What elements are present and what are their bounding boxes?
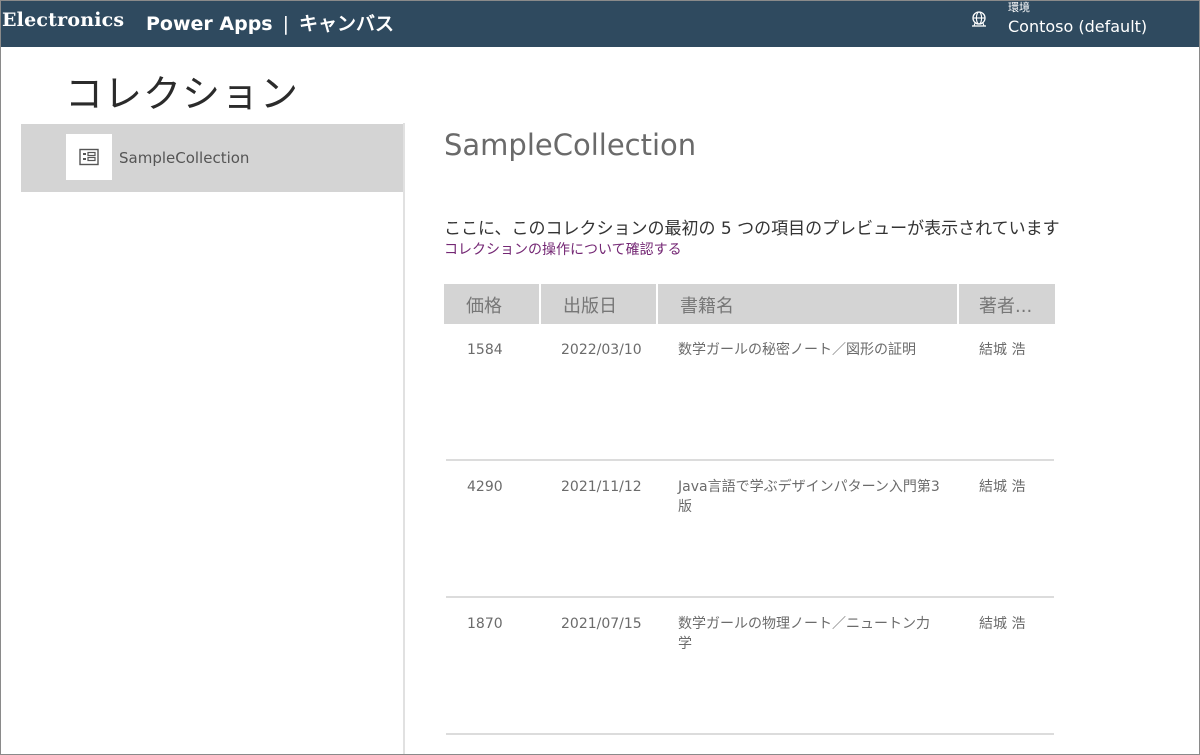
app-name: Power Apps bbox=[146, 13, 273, 35]
column-header-date[interactable]: 出版日 bbox=[541, 284, 656, 324]
top-bar: Electronics Power Apps | キャンバス 環境 Contoso … bbox=[1, 1, 1199, 47]
pane-divider bbox=[403, 123, 405, 754]
collection-title: SampleCollection bbox=[444, 128, 697, 162]
cell-price: 1584 bbox=[467, 342, 503, 358]
cell-title: Java言語で学ぶデザインパターン入門第3版 bbox=[678, 479, 940, 515]
preview-table: 価格 出版日 書籍名 著者... 1584 2022/03/10 数学ガールの秘… bbox=[444, 284, 1056, 735]
environment-selector[interactable]: Contoso (default) bbox=[1008, 17, 1147, 36]
environment-label: 環境 bbox=[1008, 1, 1030, 14]
app-window: Electronics Power Apps | キャンバス 環境 Contoso … bbox=[0, 0, 1200, 755]
table-header: 価格 出版日 書籍名 著者... bbox=[444, 284, 1056, 324]
cell-price: 4290 bbox=[467, 479, 503, 495]
cell-date: 2021/11/12 bbox=[561, 479, 642, 495]
learn-more-link[interactable]: コレクションの操作について確認する bbox=[444, 239, 682, 259]
column-header-price[interactable]: 価格 bbox=[444, 284, 539, 324]
sidebar-item-samplecollection[interactable]: SampleCollection bbox=[21, 124, 403, 192]
table-row[interactable]: 1870 2021/07/15 数学ガールの物理ノート／ニュートン力学 結城 浩 bbox=[444, 598, 1054, 735]
preview-description: ここに、このコレクションの最初の 5 つの項目のプレビューが表示されています bbox=[444, 219, 1060, 239]
sidebar-item-label: SampleCollection bbox=[119, 149, 250, 167]
table-row[interactable]: 4290 2021/11/12 Java言語で学ぶデザインパターン入門第3版 結… bbox=[444, 461, 1054, 598]
cell-date: 2022/03/10 bbox=[561, 342, 642, 358]
column-header-title[interactable]: 書籍名 bbox=[658, 284, 957, 324]
cell-price: 1870 bbox=[467, 616, 503, 632]
cell-date: 2021/07/15 bbox=[561, 616, 642, 632]
column-header-author[interactable]: 著者... bbox=[959, 284, 1052, 324]
cell-title: 数学ガールの秘密ノート／図形の証明 bbox=[678, 342, 916, 358]
brand-logo[interactable]: Electronics bbox=[2, 9, 124, 31]
header-divider bbox=[1052, 284, 1055, 324]
globe-icon[interactable] bbox=[969, 10, 989, 30]
table-row[interactable]: 1584 2022/03/10 数学ガールの秘密ノート／図形の証明 結城 浩 bbox=[444, 324, 1054, 461]
app-title: Power Apps | キャンバス bbox=[146, 9, 394, 36]
section-name: キャンバス bbox=[299, 13, 395, 35]
cell-title: 数学ガールの物理ノート／ニュートン力学 bbox=[678, 616, 930, 652]
title-separator: | bbox=[282, 13, 290, 35]
cell-author: 結城 浩 bbox=[979, 342, 1026, 358]
cell-author: 結城 浩 bbox=[979, 616, 1026, 632]
page-title: コレクション bbox=[65, 72, 300, 116]
cell-author: 結城 浩 bbox=[979, 479, 1026, 495]
collection-icon bbox=[66, 134, 112, 180]
row-divider bbox=[446, 733, 1054, 735]
